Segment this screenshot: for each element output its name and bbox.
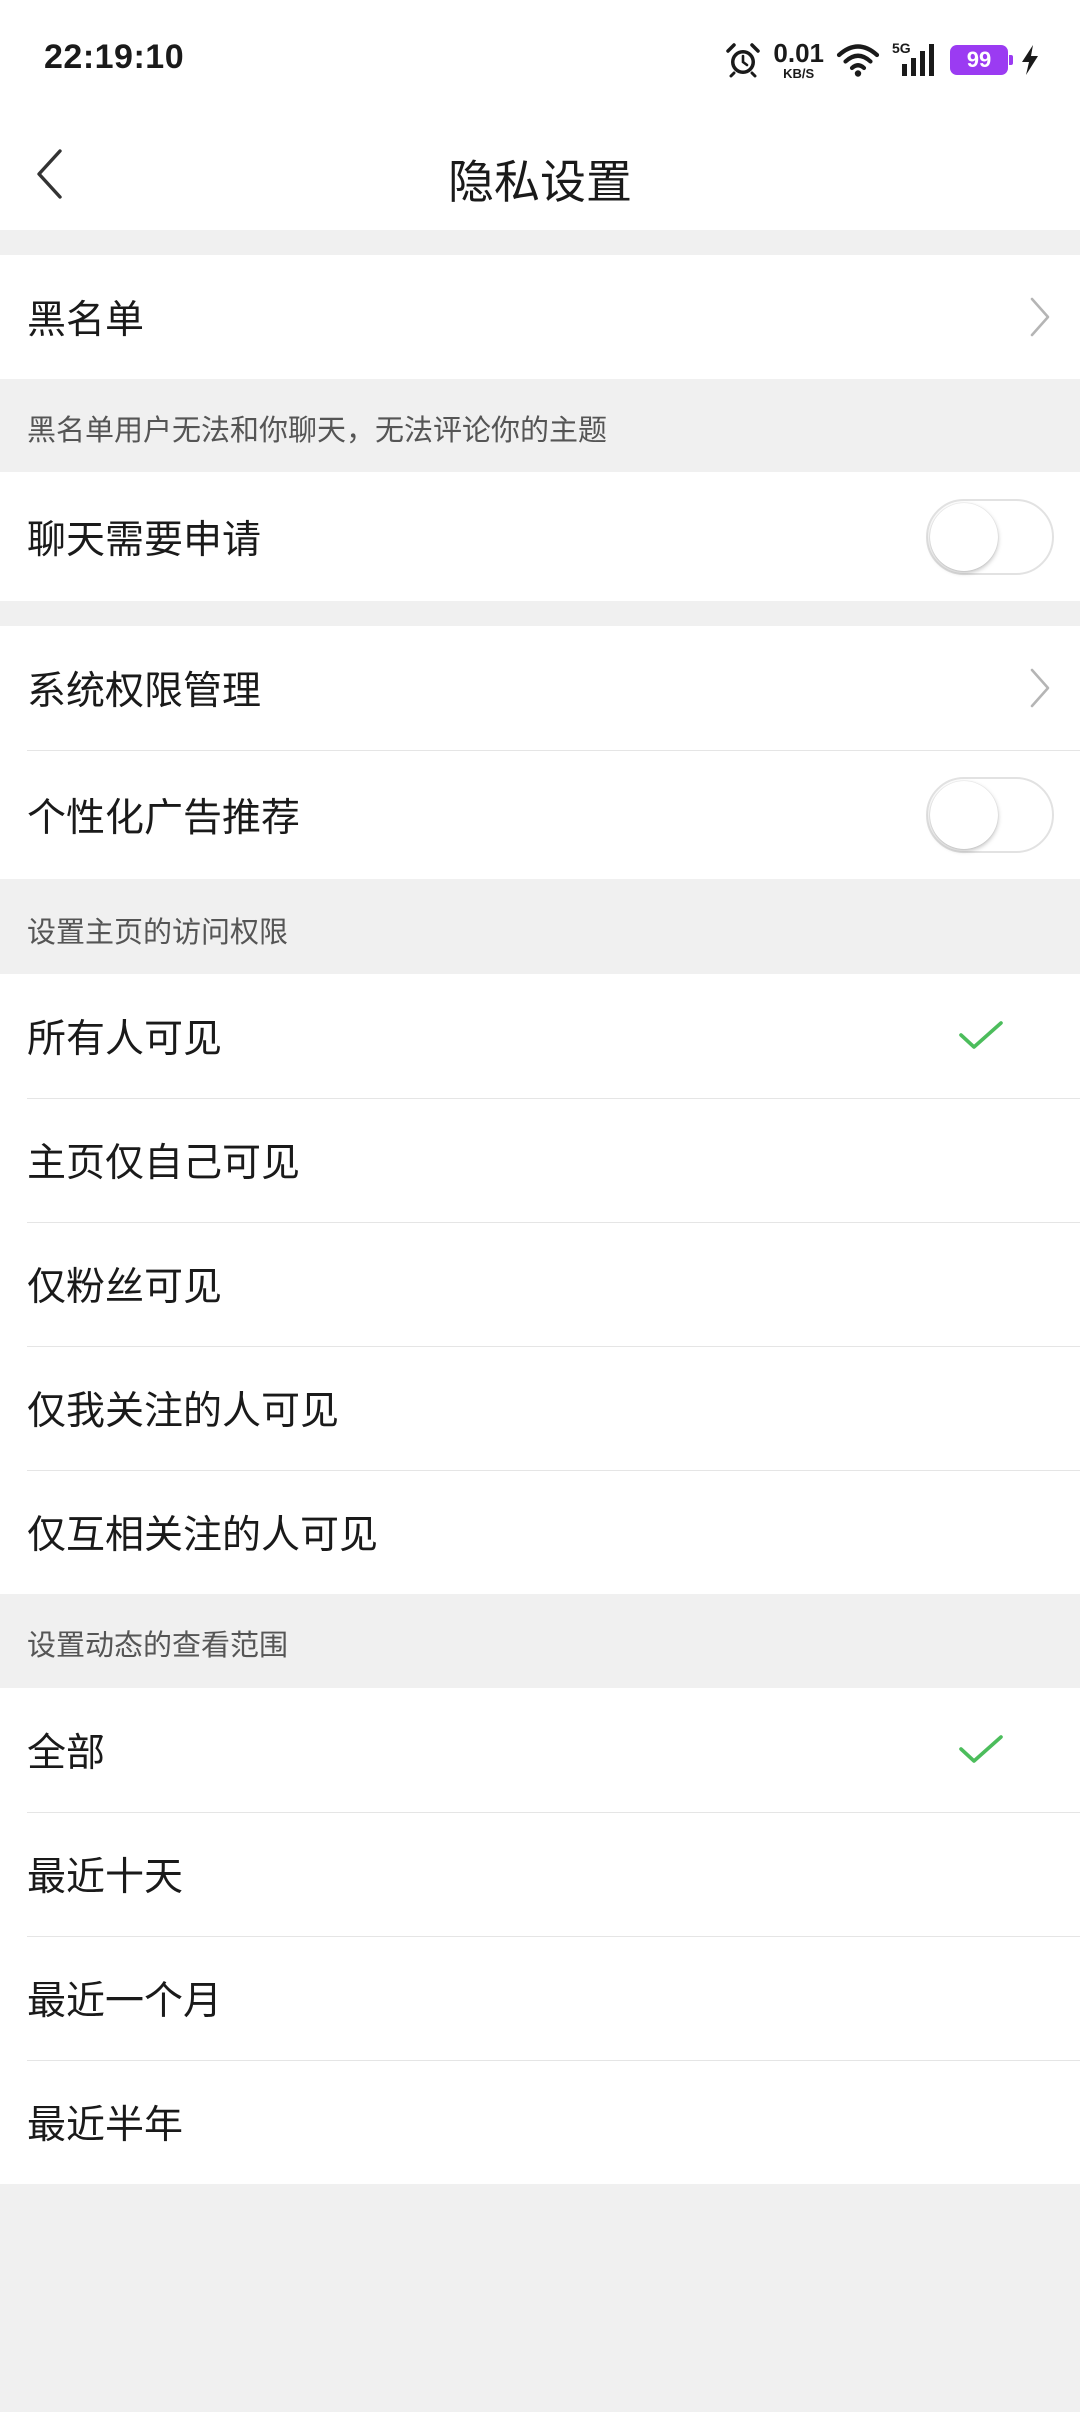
option-label: 仅粉丝可见: [27, 1265, 223, 1310]
system-permissions-label: 系统权限管理: [27, 669, 262, 714]
option-label: 所有人可见: [27, 1017, 223, 1062]
homepage-access-header: 设置主页的访问权限: [27, 915, 289, 949]
status-bar: 22:19:10 0.01 KB/S 5G 99: [0, 0, 1080, 118]
homepage-access-group: 所有人可见 主页仅自己可见 仅粉丝可见 仅我关注的人可见 仅互相关注的人可见: [0, 974, 1080, 1594]
page-title: 隐私设置: [448, 155, 632, 209]
homepage-option-mutual[interactable]: 仅互相关注的人可见: [0, 1470, 1080, 1594]
permissions-group: 系统权限管理 个性化广告推荐: [0, 626, 1080, 879]
signal-icon: [902, 44, 934, 76]
feed-option-half-year[interactable]: 最近半年: [0, 2060, 1080, 2184]
status-icons: 0.01 KB/S 5G 99: [725, 36, 1040, 84]
toggle-knob: [930, 502, 998, 571]
battery-level: 99: [966, 47, 992, 72]
chat-request-row: 聊天需要申请: [0, 472, 1080, 601]
blacklist-label: 黑名单: [27, 298, 145, 343]
network-speed: 0.01 KB/S: [773, 40, 824, 80]
toggle-knob: [930, 780, 998, 849]
feed-option-ten-days[interactable]: 最近十天: [0, 1812, 1080, 1936]
option-label: 最近十天: [27, 1855, 184, 1900]
alarm-icon: [726, 43, 761, 78]
chat-request-group: 聊天需要申请: [0, 472, 1080, 601]
checkmark-icon: [959, 1021, 1003, 1049]
charging-icon: [1022, 45, 1038, 75]
option-label: 最近半年: [27, 2103, 184, 2148]
feed-range-group: 全部 最近十天 最近一个月 最近半年: [0, 1688, 1080, 2184]
blacklist-note: 黑名单用户无法和你聊天，无法评论你的主题: [27, 413, 608, 447]
homepage-option-everyone[interactable]: 所有人可见: [0, 974, 1080, 1098]
network-speed-unit: KB/S: [783, 66, 815, 81]
cellular-signal: 5G: [892, 40, 938, 78]
feed-range-header: 设置动态的查看范围: [27, 1628, 289, 1662]
checkmark-icon: [959, 1735, 1003, 1763]
personalized-ads-toggle[interactable]: [926, 776, 1054, 853]
chat-request-toggle[interactable]: [926, 498, 1054, 575]
personalized-ads-row: 个性化广告推荐: [0, 750, 1080, 879]
nav-bar: 隐私设置: [0, 118, 1080, 230]
feed-option-one-month[interactable]: 最近一个月: [0, 1936, 1080, 2060]
option-label: 仅互相关注的人可见: [27, 1513, 379, 1558]
battery-icon: 99: [950, 45, 1013, 75]
wifi-icon: [836, 44, 880, 77]
option-label: 仅我关注的人可见: [27, 1389, 340, 1434]
status-time: 22:19:10: [44, 38, 185, 76]
homepage-option-following[interactable]: 仅我关注的人可见: [0, 1346, 1080, 1470]
blacklist-group: 黑名单: [0, 255, 1080, 379]
personalized-ads-label: 个性化广告推荐: [27, 795, 301, 841]
network-speed-value: 0.01: [773, 38, 824, 68]
option-label: 全部: [27, 1731, 106, 1776]
homepage-option-fans[interactable]: 仅粉丝可见: [0, 1222, 1080, 1346]
option-label: 主页仅自己可见: [27, 1141, 301, 1186]
option-label: 最近一个月: [27, 1979, 223, 2024]
feed-option-all[interactable]: 全部: [0, 1688, 1080, 1812]
chevron-right-icon: [1030, 668, 1050, 708]
chevron-right-icon: [1030, 297, 1050, 337]
chat-request-label: 聊天需要申请: [27, 517, 262, 563]
blacklist-row[interactable]: 黑名单: [0, 255, 1080, 379]
system-permissions-row[interactable]: 系统权限管理: [0, 626, 1080, 750]
homepage-option-only-me[interactable]: 主页仅自己可见: [0, 1098, 1080, 1222]
